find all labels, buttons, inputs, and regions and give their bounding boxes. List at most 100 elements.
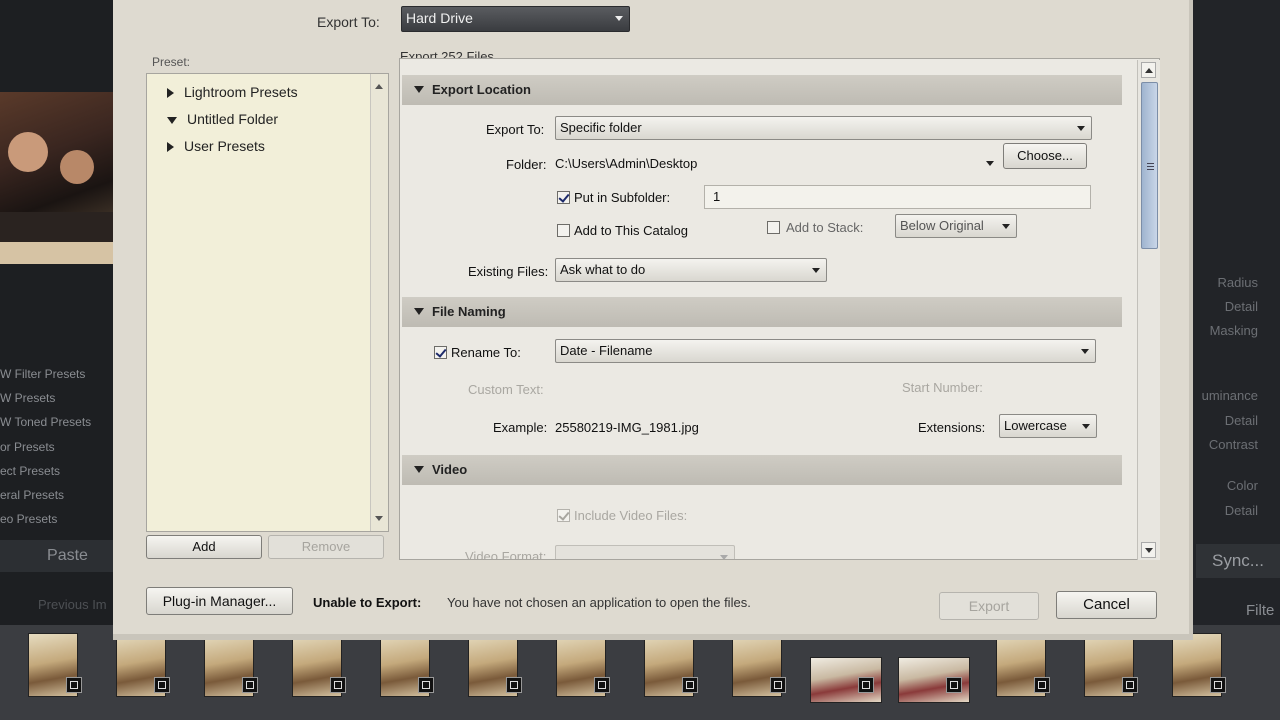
grip-icon [1147,163,1154,164]
collapse-arrow-icon [414,308,424,315]
preset-folder-untitled[interactable]: Untitled Folder [167,111,278,127]
photo-shadow [0,212,122,242]
scroll-down-icon[interactable] [375,516,383,521]
location-export-to-label: Export To: [486,122,545,137]
extensions-select[interactable]: Lowercase [999,414,1097,438]
preset-folder-label: Untitled Folder [187,111,279,127]
add-to-stack-label: Add to Stack: [786,220,864,235]
rename-template-select[interactable]: Date - Filename [555,339,1096,363]
develop-label-detail: Detail [1224,299,1258,314]
existing-files-select[interactable]: Ask what to do [555,258,827,282]
add-to-catalog-label: Add to This Catalog [574,223,688,238]
collapse-arrow-icon [414,466,424,473]
start-number-label: Start Number: [902,380,983,395]
edit-badge-icon [858,677,874,693]
develop-label-contrast: Contrast [1208,437,1258,452]
edit-badge-icon [594,677,610,693]
example-label: Example: [493,420,548,435]
extensions-value: Lowercase [1004,418,1067,433]
develop-label-detail: Detail [1224,413,1258,428]
preset-folder-lightroom[interactable]: Lightroom Presets [167,84,298,100]
section-header-video[interactable]: Video [402,455,1122,485]
previous-import-label: Previous Im [38,597,107,612]
scroll-up-icon[interactable] [375,84,383,89]
photo-table [0,242,122,264]
subfolder-name-input[interactable]: 1 [704,185,1091,209]
folder-history-chevron-icon[interactable] [986,161,994,166]
cancel-button[interactable]: Cancel [1056,591,1157,619]
edit-badge-icon [506,677,522,693]
status-title: Unable to Export: [313,595,422,610]
stack-position-select[interactable]: Below Original [895,214,1017,238]
section-title: File Naming [432,304,506,319]
scroll-up-icon[interactable] [1141,62,1156,78]
chevron-down-icon [1002,224,1010,229]
develop-label-luminance: uminance [1201,388,1258,403]
choose-folder-button[interactable]: Choose... [1003,143,1087,169]
rename-checkbox[interactable] [434,346,447,359]
scrollbar-thumb[interactable] [1141,82,1158,249]
export-dialog: Export To: Hard Drive Preset: Export 252… [113,0,1193,640]
include-video-label: Include Video Files: [574,508,688,523]
preset-folder-label: Lightroom Presets [184,84,298,100]
chevron-down-icon [615,16,623,21]
export-to-value: Hard Drive [406,10,473,26]
remove-preset-button[interactable]: Remove [268,535,384,559]
subfolder-checkbox[interactable] [557,191,570,204]
edit-badge-icon [1210,677,1226,693]
sync-button[interactable]: Sync... [1196,544,1280,578]
existing-files-value: Ask what to do [560,262,646,277]
edit-badge-icon [66,677,82,693]
existing-files-label: Existing Files: [468,264,549,279]
photo-person-2 [60,150,94,184]
rename-template-value: Date - Filename [560,343,653,358]
chevron-down-icon [1081,349,1089,354]
preset-folder-user[interactable]: User Presets [167,138,265,154]
chevron-down-icon [1077,126,1085,131]
example-filename: 25580219-IMG_1981.jpg [555,420,699,435]
chevron-down-icon [720,555,728,559]
photo-person-1 [8,132,48,172]
edit-badge-icon [418,677,434,693]
export-settings-panel: Export Location Export To: Specific fold… [399,58,1160,560]
plugin-manager-button[interactable]: Plug-in Manager... [146,587,293,615]
section-header-export-location[interactable]: Export Location [402,75,1122,105]
preset-list: Lightroom Presets Untitled Folder User P… [146,73,389,532]
location-export-to-select[interactable]: Specific folder [555,116,1092,140]
edit-badge-icon [1122,677,1138,693]
stack-position-value: Below Original [900,218,984,233]
folder-label: Folder: [506,157,547,172]
edit-badge-icon [330,677,346,693]
video-format-select[interactable] [555,545,735,559]
video-format-label: Video Format: [465,549,547,560]
custom-text-label: Custom Text: [468,382,544,397]
subfolder-label: Put in Subfolder: [574,190,671,205]
folder-path: C:\Users\Admin\Desktop [555,156,698,171]
edit-badge-icon [242,677,258,693]
filter-label[interactable]: Filte [1246,602,1274,619]
rename-label: Rename To: [451,345,521,360]
develop-label-color: Color [1226,478,1258,493]
preset-scrollbar[interactable] [370,74,388,531]
add-preset-button[interactable]: Add [146,535,262,559]
preset-folder-label: User Presets [184,138,265,154]
scroll-down-icon[interactable] [1141,542,1156,558]
edit-badge-icon [682,677,698,693]
preset-label: Preset: [152,55,191,69]
export-button[interactable]: Export [939,592,1039,620]
settings-scrollbar[interactable] [1137,60,1160,560]
expand-arrow-icon [167,142,174,153]
add-to-stack-checkbox[interactable] [767,221,780,234]
develop-label-detail: Detail [1224,503,1258,518]
add-to-catalog-checkbox[interactable] [557,224,570,237]
section-title: Export Location [432,82,531,97]
include-video-checkbox[interactable] [557,509,570,522]
export-to-select[interactable]: Hard Drive [401,6,630,32]
filmstrip-thumbnail[interactable] [8,625,96,720]
extensions-label: Extensions: [918,420,986,435]
section-title: Video [432,462,468,477]
section-header-file-naming[interactable]: File Naming [402,297,1122,327]
location-export-to-value: Specific folder [560,120,642,135]
navigator-preview-image [0,92,122,264]
chevron-down-icon [812,268,820,273]
